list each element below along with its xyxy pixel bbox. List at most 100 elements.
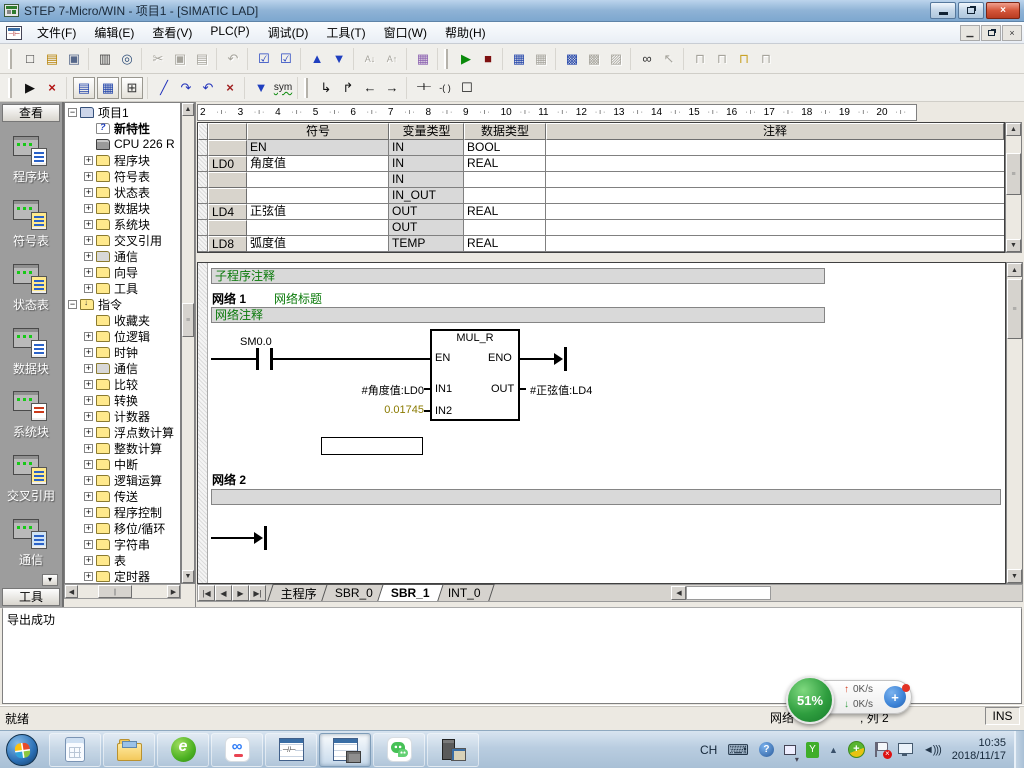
tree-vertical-scrollbar[interactable]: ▲ ≡ ▼ [181, 102, 195, 584]
taskbar-app-button[interactable] [427, 733, 479, 767]
comment-cell[interactable] [546, 220, 1004, 236]
scroll-up-button[interactable]: ▲ [1007, 263, 1022, 277]
toolbar-icon[interactable]: ▨ [605, 48, 627, 70]
symbol-cell[interactable]: 正弦值 [247, 204, 389, 220]
toolbar-toggle[interactable]: ▤ [73, 77, 95, 99]
scroll-left-button[interactable]: ◀ [65, 585, 78, 598]
scroll-thumb[interactable]: ≡ [182, 303, 194, 337]
pou-tab[interactable]: SBR_1 [377, 584, 443, 601]
tree-item[interactable]: 符号表 [82, 168, 180, 184]
tree-item[interactable]: 系统块 [82, 216, 180, 232]
datatype-cell[interactable]: BOOL [464, 140, 546, 156]
comment-cell[interactable] [546, 172, 1004, 188]
row-selector[interactable] [198, 156, 208, 172]
address-cell[interactable]: LD4 [208, 204, 247, 220]
tree-item[interactable]: 收藏夹 [82, 312, 180, 328]
toolbar-icon[interactable]: ▤ [191, 48, 213, 70]
keyboard-icon[interactable] [727, 741, 749, 759]
tree-item[interactable]: 新特性 [82, 120, 180, 136]
tab-first-button[interactable]: |◀ [198, 585, 215, 601]
symbol-cell[interactable]: EN [247, 140, 389, 156]
tree-item[interactable]: 程序控制 [82, 504, 180, 520]
variable-table-row[interactable]: IN [198, 172, 1004, 188]
datatype-cell[interactable] [464, 172, 546, 188]
expand-icon[interactable] [84, 188, 93, 197]
tree-horizontal-scrollbar[interactable]: ◀ ∥ ▶ [64, 584, 181, 599]
toolbar-grip[interactable] [304, 78, 308, 98]
toolbar-icon[interactable]: ▼ [250, 77, 272, 99]
taskbar-app-button[interactable] [157, 733, 209, 767]
toolbar-icon[interactable]: ⊓ [733, 48, 755, 70]
tools-bar-header[interactable]: 工具 [2, 588, 60, 606]
variable-table-row[interactable]: LD8 弧度值 TEMP REAL [198, 236, 1004, 252]
scroll-thumb[interactable]: ∥ [98, 585, 132, 598]
expand-icon[interactable] [84, 524, 93, 533]
toolbar-icon[interactable]: ▦ [508, 48, 530, 70]
toolbar-icon[interactable]: ▼ [328, 48, 350, 70]
vartype-cell[interactable]: OUT [389, 204, 464, 220]
expand-icon[interactable] [84, 412, 93, 421]
row-selector[interactable] [198, 204, 208, 220]
toolbar-icon[interactable]: ☑ [275, 48, 297, 70]
comment-cell[interactable] [546, 188, 1004, 204]
nav-item[interactable]: 系统块 [0, 383, 62, 447]
toolbar-icon[interactable]: ⊣⊢ [412, 77, 434, 99]
tree-item[interactable]: 计数器 [82, 408, 180, 424]
tree-item[interactable]: 转换 [82, 392, 180, 408]
vartype-cell[interactable]: IN [389, 172, 464, 188]
toolbar-icon[interactable]: ■ [477, 48, 499, 70]
expand-icon[interactable] [84, 428, 93, 437]
taskbar-app-button[interactable] [211, 733, 263, 767]
in1-operand[interactable]: #角度值:LD0 [318, 382, 424, 398]
expand-icon[interactable] [84, 556, 93, 565]
address-cell[interactable] [208, 220, 247, 236]
vartype-column-header[interactable]: 变量类型 [389, 123, 464, 140]
scroll-up-button[interactable]: ▲ [182, 103, 194, 116]
memory-percent-ball[interactable]: 51% [786, 676, 834, 724]
tree-item[interactable]: 逻辑运算 [82, 472, 180, 488]
menu-item[interactable]: 编辑(E) [85, 22, 143, 43]
tree-item[interactable]: 移位/循环 [82, 520, 180, 536]
toolbar-icon[interactable]: ↱ [337, 77, 359, 99]
scroll-thumb[interactable]: ≡ [1006, 153, 1021, 195]
expand-icon[interactable] [84, 140, 93, 149]
view-bar-header[interactable]: 查看 [2, 104, 60, 122]
expand-icon[interactable] [84, 332, 93, 341]
menu-item[interactable]: 工具(T) [317, 22, 374, 43]
toolbar-icon[interactable]: ▣ [63, 48, 85, 70]
variable-table-row[interactable]: IN_OUT [198, 188, 1004, 204]
contact-operand[interactable]: SM0.0 [240, 336, 272, 348]
menu-item[interactable]: 帮助(H) [436, 22, 495, 43]
expand-icon[interactable] [84, 316, 93, 325]
scroll-up-button[interactable]: ▲ [1006, 123, 1021, 136]
language-indicator[interactable]: CH [700, 743, 717, 757]
start-button[interactable] [6, 734, 38, 766]
datatype-cell[interactable]: REAL [464, 204, 546, 220]
datatype-cell[interactable] [464, 220, 546, 236]
expand-icon[interactable] [84, 220, 93, 229]
toolbar-icon[interactable]: □ [19, 48, 41, 70]
toolbar-icon[interactable]: ▶ [455, 48, 477, 70]
mdi-close-button[interactable]: × [1002, 25, 1022, 41]
expand-icon[interactable] [84, 540, 93, 549]
scroll-right-button[interactable]: ▶ [167, 585, 180, 598]
tree-item[interactable]: 浮点数计算 [82, 424, 180, 440]
toolbar-icon[interactable]: -( ) [434, 77, 456, 99]
toolbar-icon[interactable]: ⊓ [689, 48, 711, 70]
expand-icon[interactable] [84, 156, 93, 165]
datatype-cell[interactable]: REAL [464, 156, 546, 172]
row-selector[interactable] [198, 188, 208, 204]
toolbar-grip[interactable] [444, 49, 448, 69]
taskbar-app-button[interactable] [265, 733, 317, 767]
toolbar-grip[interactable] [8, 49, 12, 69]
menu-item[interactable]: 调试(D) [259, 22, 318, 43]
out-operand[interactable]: #正弦值:LD4 [530, 382, 592, 398]
ladder-vertical-scrollbar[interactable]: ▲ ≡ ▼ [1006, 262, 1023, 584]
minimize-button[interactable] [930, 2, 956, 19]
comment-cell[interactable] [546, 156, 1004, 172]
address-cell[interactable] [208, 188, 247, 204]
vartype-cell[interactable]: IN [389, 156, 464, 172]
tree-item[interactable]: 中断 [82, 456, 180, 472]
expand-icon[interactable] [84, 172, 93, 181]
nav-item[interactable]: 交叉引用 [0, 447, 62, 511]
